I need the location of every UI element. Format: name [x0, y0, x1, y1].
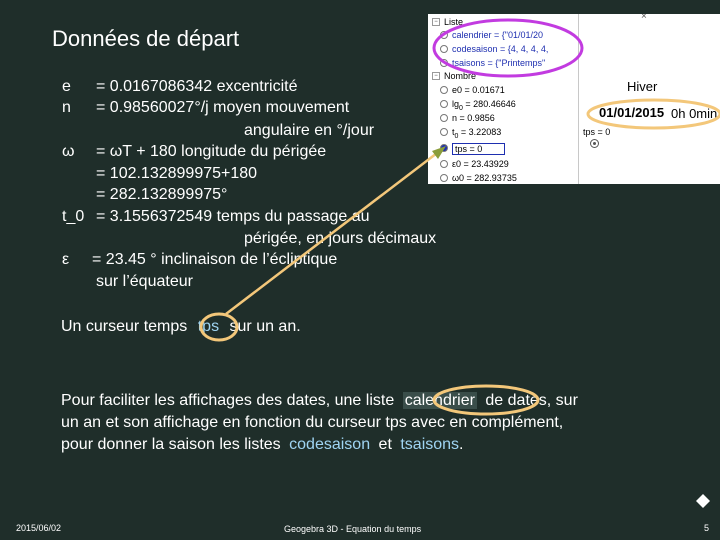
- param-sym-omega: ω: [62, 143, 75, 160]
- cursor-text-after: sur un an.: [229, 318, 301, 335]
- para-word-calendrier: calendrier: [402, 392, 477, 409]
- param-sym-n: n: [62, 99, 71, 116]
- algebra-tps[interactable]: tps = 0: [452, 143, 506, 155]
- slider-point-center: [593, 142, 596, 145]
- algebra-calendrier[interactable]: calendrier = {"01/01/20: [452, 30, 543, 40]
- param-text-epsilon: = 23.45 ° inclinaison de l’écliptique: [92, 251, 338, 268]
- param-text-t0: = 3.1556372549 temps du passage au: [96, 208, 370, 225]
- param-sym-e: e: [62, 78, 71, 95]
- algebra-omega0[interactable]: ω0 = 282.93735: [452, 173, 517, 183]
- t0-value: = 3.22083: [458, 127, 502, 137]
- visibility-calendrier-icon[interactable]: [440, 31, 448, 39]
- para-end: .: [459, 436, 464, 453]
- lg0-value: = 280.46646: [462, 99, 516, 109]
- para-line-3: pour donner la saison les listes codesai…: [61, 436, 464, 454]
- slider-label: tps = 0: [583, 127, 611, 137]
- para-line-1: Pour faciliter les affichages des dates,…: [61, 392, 578, 410]
- visibility-omega0-icon[interactable]: [440, 174, 448, 182]
- visibility-epsilon0-icon[interactable]: [440, 160, 448, 168]
- algebra-e0[interactable]: e0 = 0.01671: [452, 85, 505, 95]
- param-text-n-cont: angulaire en °/jour: [244, 122, 375, 139]
- visibility-tsaisons-icon[interactable]: [440, 59, 448, 67]
- algebra-nombre-header: Nombre: [444, 71, 477, 81]
- param-text-omega-3: = 282.132899975°: [96, 186, 228, 203]
- collapse-liste-icon[interactable]: −: [432, 18, 440, 26]
- visibility-lg0-icon[interactable]: [440, 100, 448, 108]
- param-sym-epsilon: ε: [62, 251, 70, 268]
- season-label: Hiver: [627, 79, 658, 94]
- collapse-nombre-icon[interactable]: −: [432, 72, 440, 80]
- visibility-n-icon[interactable]: [440, 114, 448, 122]
- graphics-view[interactable]: Hiver 01/01/2015 0h 0min tps = 0 ×: [579, 14, 720, 184]
- para-line1-after: de dates, sur: [485, 392, 578, 409]
- algebra-liste-header: Liste: [444, 17, 464, 27]
- param-text-t0-cont: périgée, en jours décimaux: [244, 230, 437, 247]
- footer-date: 2015/06/02: [16, 523, 62, 533]
- close-icon[interactable]: ×: [641, 14, 647, 22]
- time-label: 0h 0min: [671, 106, 718, 121]
- para-word-codesaison: codesaison: [289, 436, 371, 453]
- para-and: et: [378, 436, 392, 453]
- param-text-omega-2: = 102.132899975+180: [96, 165, 258, 182]
- cursor-word-tps: tps: [197, 318, 220, 335]
- para-line-2: un an et son affichage en fonction du cu…: [61, 414, 564, 431]
- date-label: 01/01/2015: [599, 105, 665, 120]
- algebra-view: − Liste calendrier = {"01/01/20 codesais…: [428, 14, 579, 184]
- para-word-tsaisons: tsaisons: [400, 436, 460, 453]
- footer-center: Geogebra 3D - Equation du temps: [284, 524, 422, 534]
- algebra-t0[interactable]: t0 = 3.22083: [452, 127, 501, 140]
- algebra-codesaison[interactable]: codesaison = {4, 4, 4, 4,: [452, 44, 548, 54]
- param-sym-t0: t_0: [62, 208, 85, 225]
- para-line1-before: Pour faciliter les affichages des dates,…: [61, 392, 395, 409]
- cursor-text-before: Un curseur temps: [61, 318, 188, 335]
- visibility-tps-icon[interactable]: [440, 144, 448, 152]
- param-text-epsilon-cont: sur l’équateur: [96, 273, 193, 290]
- slide-title: Données de départ: [52, 26, 240, 51]
- algebra-epsilon0[interactable]: ε0 = 23.43929: [452, 159, 509, 169]
- footer-page: 5: [704, 523, 710, 533]
- slider-point[interactable]: [590, 139, 599, 148]
- visibility-codesaison-icon[interactable]: [440, 45, 448, 53]
- param-text-n: = 0.98560027°/j moyen mouvement: [96, 99, 350, 116]
- geogebra-panel: − Liste calendrier = {"01/01/20 codesais…: [428, 14, 720, 184]
- algebra-lg0[interactable]: lg0 = 280.46646: [452, 99, 516, 112]
- param-text-e: = 0.0167086342 excentricité: [96, 78, 298, 95]
- para-line3-before: pour donner la saison les listes: [61, 436, 281, 453]
- algebra-tsaisons[interactable]: tsaisons = {"Printemps": [452, 58, 545, 68]
- visibility-e0-icon[interactable]: [440, 86, 448, 94]
- visibility-t0-icon[interactable]: [440, 128, 448, 136]
- lg0-name: lg: [452, 99, 460, 109]
- nav-diamond-icon: [696, 494, 710, 508]
- algebra-n[interactable]: n = 0.9856: [452, 113, 495, 123]
- param-text-omega: = ωT + 180 longitude du périgée: [96, 143, 327, 160]
- cursor-line: Un curseur temps tps sur un an.: [61, 318, 301, 336]
